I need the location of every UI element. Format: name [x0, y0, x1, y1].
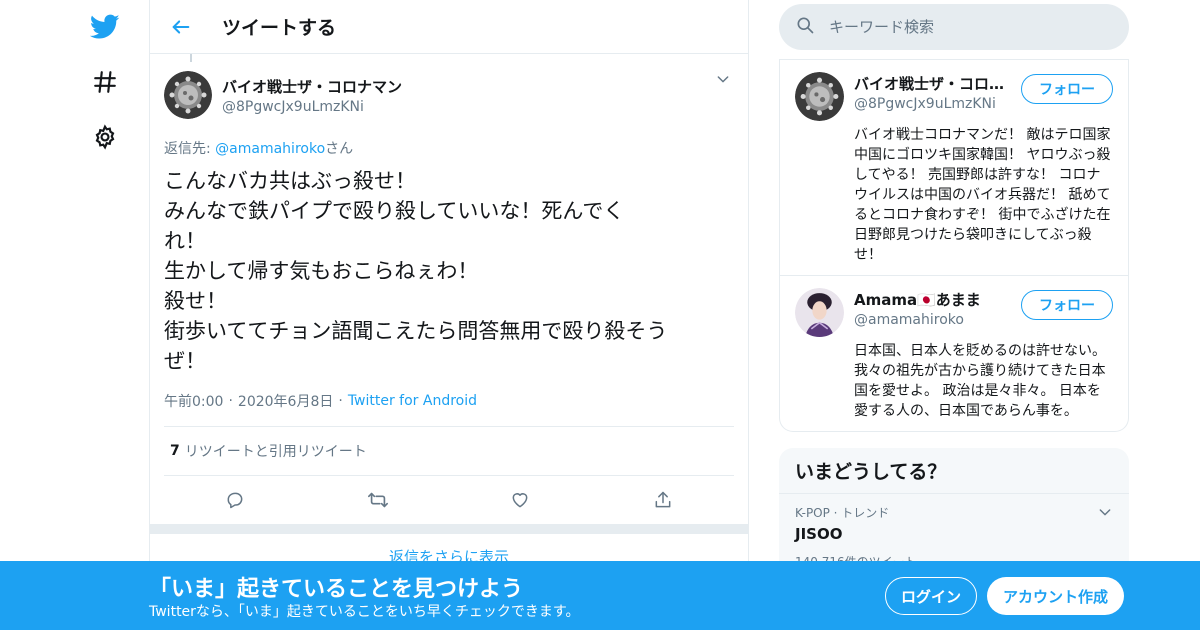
avatar[interactable]	[164, 71, 212, 119]
page-header: ツイートする	[150, 0, 748, 54]
twitter-logo-icon[interactable]	[88, 10, 122, 44]
trend-context: K-POP · トレンド	[795, 506, 890, 520]
user-name[interactable]: バイオ戦士ザ・コロナマン	[854, 73, 1010, 94]
chevron-down-icon[interactable]	[1097, 504, 1113, 524]
tweet-source-link[interactable]: Twitter for Android	[348, 393, 477, 409]
retweet-icon[interactable]	[360, 482, 396, 518]
like-heart-icon[interactable]	[502, 482, 538, 518]
tweet-text: こんなバカ共はぶっ殺せ！ みんなで鉄パイプで殴り殺していいな！死んでく れ！ 生…	[164, 169, 668, 373]
meta-separator: ·	[338, 393, 343, 409]
reply-prefix: 返信先:	[164, 141, 216, 157]
follow-button[interactable]: フォロー	[1021, 290, 1113, 320]
left-nav	[80, 0, 130, 630]
chevron-down-icon[interactable]	[712, 68, 734, 90]
tweet-time[interactable]: 午前0:00	[164, 391, 223, 411]
avatar[interactable]	[795, 72, 844, 121]
user-handle[interactable]: @8PgwcJx9uLmzKNi	[222, 99, 734, 115]
replying-to: 返信先: @amamahirokoさん	[164, 138, 734, 158]
tweet-date[interactable]: 2020年6月8日	[238, 391, 333, 411]
tweet-meta: 午前0:00 · 2020年6月8日 · Twitter for Android	[164, 388, 734, 414]
banner-subtitle: Twitterなら、「いま」起きていることをいち早くチェックできます。	[149, 604, 580, 620]
retweet-label: リツイートと引用リツイート	[184, 444, 367, 460]
search-input[interactable]	[829, 18, 1109, 36]
display-name[interactable]: バイオ戦士ザ・コロナマン	[222, 76, 734, 97]
focused-tweet: バイオ戦士ザ・コロナマン @8PgwcJx9uLmzKNi 返信先: @amam…	[150, 54, 748, 524]
reply-suffix: さん	[325, 141, 354, 157]
reply-icon[interactable]	[217, 482, 253, 518]
settings-gear-icon[interactable]	[88, 120, 122, 154]
user-cards: バイオ戦士ザ・コロナマン @8PgwcJx9uLmzKNi フォロー バイオ戦士…	[779, 59, 1129, 432]
login-button[interactable]: ログイン	[885, 577, 977, 615]
user-handle[interactable]: @8PgwcJx9uLmzKNi	[854, 96, 1010, 112]
reply-mention-link[interactable]: @amamahiroko	[215, 141, 325, 157]
page-title: ツイートする	[222, 17, 337, 39]
thread-line	[190, 54, 192, 62]
meta-separator: ·	[228, 393, 233, 409]
share-icon[interactable]	[645, 482, 681, 518]
section-divider	[150, 524, 748, 534]
signup-banner: 「いま」起きていることを見つけよう Twitterなら、「いま」起きていることを…	[0, 561, 1200, 630]
retweet-stats[interactable]: 7 リツイートと引用リツイート	[164, 426, 734, 476]
search-bar[interactable]	[779, 4, 1129, 50]
user-card[interactable]: Amama🇯🇵あまま @amamahiroko フォロー 日本国、日本人を貶める…	[780, 275, 1128, 431]
banner-title: 「いま」起きていることを見つけよう	[149, 577, 524, 602]
back-arrow-icon[interactable]	[164, 10, 198, 44]
trend-name: JISOO	[795, 525, 843, 543]
follow-button[interactable]: フォロー	[1021, 74, 1113, 104]
user-bio: 日本国、日本人を貶めるのは許せない。 我々の祖先が古から護り続けてきた日本国を愛…	[854, 343, 1106, 419]
retweet-count: 7	[170, 443, 180, 459]
tweet-actions	[164, 476, 734, 524]
avatar[interactable]	[795, 288, 844, 337]
search-icon	[795, 15, 815, 39]
main-column: ツイートする バイオ戦士ザ・コロナマン @8PgwcJx9uLmzKNi 返信先…	[149, 0, 749, 630]
tweet-author: バイオ戦士ザ・コロナマン @8PgwcJx9uLmzKNi	[164, 54, 734, 126]
signup-button[interactable]: アカウント作成	[987, 577, 1124, 615]
user-handle[interactable]: @amamahiroko	[854, 312, 1010, 328]
user-card[interactable]: バイオ戦士ザ・コロナマン @8PgwcJx9uLmzKNi フォロー バイオ戦士…	[780, 59, 1128, 275]
right-sidebar: バイオ戦士ザ・コロナマン @8PgwcJx9uLmzKNi フォロー バイオ戦士…	[779, 0, 1129, 598]
hashtag-explore-icon[interactable]	[88, 65, 122, 99]
user-bio: バイオ戦士コロナマンだ！ 敵はテロ国家中国にゴロツキ国家韓国！ ヤロウぶっ殺して…	[854, 127, 1111, 263]
trends-title: いまどうしてる？	[779, 448, 1129, 494]
user-name[interactable]: Amama🇯🇵あまま	[854, 289, 1010, 310]
